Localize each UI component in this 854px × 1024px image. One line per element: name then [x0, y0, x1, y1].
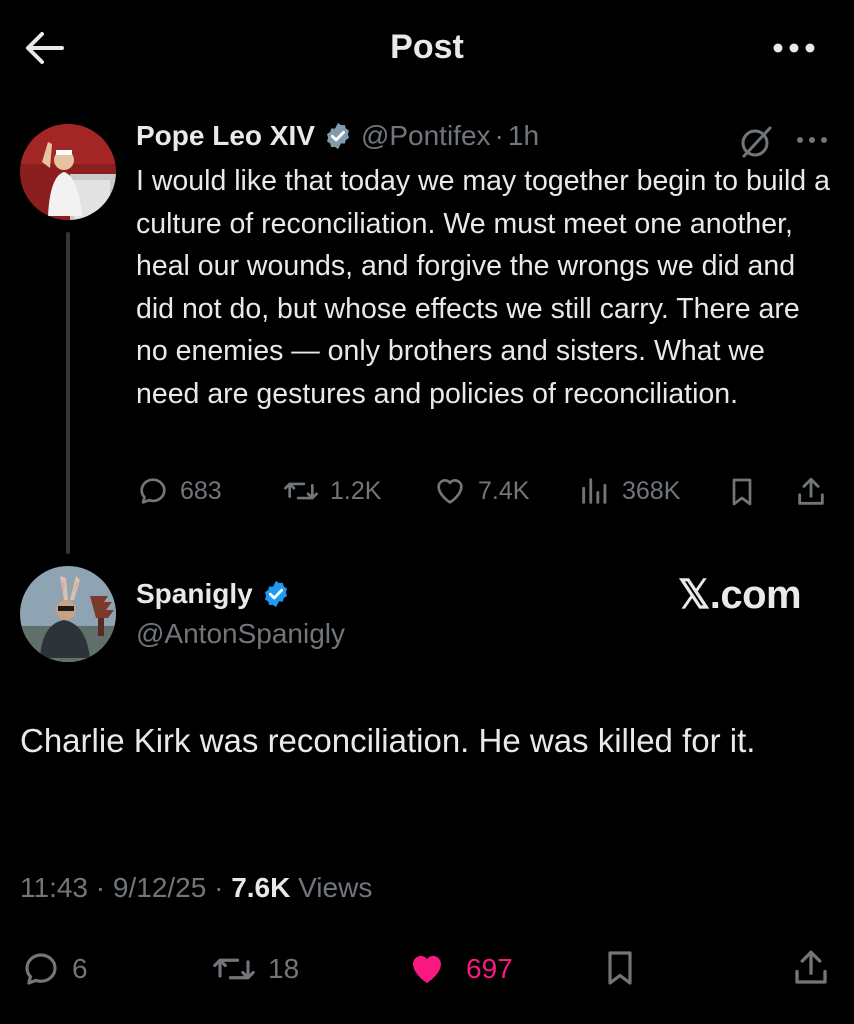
repost-count: 18 — [268, 953, 300, 984]
more-icon — [773, 43, 815, 53]
bookmark-button[interactable] — [726, 474, 758, 510]
tweet-meta: 11:43 · 9/12/25 · 7.6K Views — [20, 872, 372, 904]
views-button[interactable]: 368K — [578, 474, 680, 508]
repost-button[interactable]: 18 — [210, 948, 299, 990]
like-count: 697 — [466, 953, 513, 984]
repost-button[interactable]: 1.2K — [282, 474, 381, 508]
reply-button[interactable]: 6 — [20, 948, 88, 990]
like-icon — [413, 955, 441, 983]
share-icon — [798, 477, 824, 505]
thread-connector-line — [66, 232, 70, 554]
quoted-tweet-text: I would like that today we may together … — [136, 165, 830, 410]
tweet-date: 9/12/25 — [112, 872, 207, 903]
main-author-name[interactable]: Spanigly — [136, 578, 253, 610]
repost-icon — [284, 482, 318, 500]
like-button[interactable]: 7.4K — [432, 474, 529, 508]
like-count: 7.4K — [478, 476, 530, 505]
verified-badge — [323, 121, 353, 151]
like-icon — [437, 479, 463, 504]
more-options-button[interactable] — [764, 30, 824, 66]
verified-icon — [264, 580, 287, 608]
views-label: Views — [298, 872, 373, 903]
reply-icon — [25, 953, 57, 985]
quoted-author-handle[interactable]: @Pontifex — [361, 120, 491, 152]
views-icon — [582, 478, 607, 504]
page-title: Post — [390, 28, 464, 66]
verified-badge — [261, 579, 291, 609]
quoted-tweet-time: 1h — [507, 120, 540, 151]
views-count: 7.6K — [231, 872, 291, 903]
reply-icon — [140, 478, 166, 504]
share-icon — [795, 950, 827, 984]
meta-separator: · — [95, 872, 106, 903]
main-author-row: Spanigly — [136, 578, 299, 610]
verified-icon — [326, 122, 349, 150]
tweet-time: 11:43 — [20, 872, 88, 903]
meta-separator: · — [214, 872, 224, 903]
views-count: 368K — [622, 476, 681, 505]
repost-icon — [213, 958, 255, 980]
spanigly-avatar[interactable] — [20, 566, 116, 662]
reply-count: 683 — [180, 476, 222, 505]
more-icon — [797, 137, 827, 143]
share-button[interactable] — [790, 946, 832, 990]
bookmark-button[interactable] — [600, 946, 640, 990]
grok-icon — [741, 126, 772, 158]
share-button[interactable] — [794, 474, 828, 510]
quoted-more-button[interactable] — [794, 128, 830, 152]
quoted-author-row: Pope Leo XIV @Pontifex · 1h — [136, 120, 539, 152]
bookmark-icon — [608, 951, 632, 985]
quoted-author-name[interactable]: Pope Leo XIV — [136, 120, 315, 152]
bookmark-icon — [732, 478, 752, 506]
reply-count: 6 — [72, 953, 88, 984]
grok-button[interactable] — [738, 124, 774, 160]
x-com-watermark: 𝕏.com — [678, 573, 802, 617]
reply-button[interactable]: 683 — [136, 474, 222, 508]
main-author-handle[interactable]: @AntonSpanigly — [136, 618, 345, 650]
time-separator: · — [494, 120, 504, 151]
like-button[interactable]: 697 — [404, 948, 513, 990]
repost-count: 1.2K — [330, 476, 382, 505]
pope-avatar[interactable] — [20, 124, 116, 220]
top-bar: Post — [0, 0, 854, 96]
main-tweet-text: Charlie Kirk was reconciliation. He was … — [20, 722, 756, 759]
